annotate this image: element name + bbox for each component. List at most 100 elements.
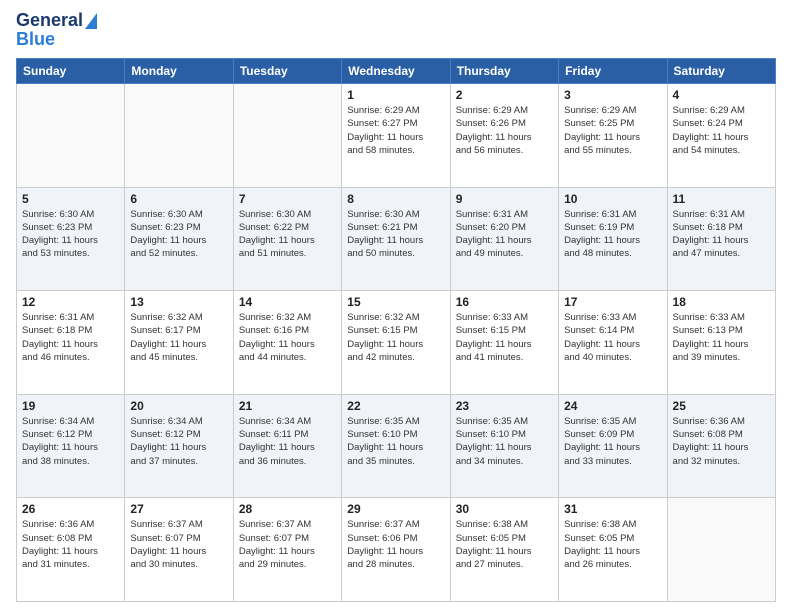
weekday-header-wednesday: Wednesday [342,59,450,84]
day-number: 3 [564,88,661,102]
day-info: Sunrise: 6:34 AM Sunset: 6:12 PM Dayligh… [130,415,227,468]
logo-triangle-icon [85,13,97,29]
day-info: Sunrise: 6:29 AM Sunset: 6:26 PM Dayligh… [456,104,553,157]
calendar-cell: 31Sunrise: 6:38 AM Sunset: 6:05 PM Dayli… [559,498,667,602]
calendar-cell: 9 Sunrise: 6:31 AM Sunset: 6:20 PM Daylig… [450,187,558,291]
calendar-cell: 23 Sunrise: 6:35 AM Sunset: 6:10 PM Dayli… [450,394,558,498]
day-info: Sunrise: 6:37 AM Sunset: 6:07 PM Dayligh… [239,518,336,571]
day-number: 14 [239,295,336,309]
day-info: Sunrise: 6:34 AM Sunset: 6:11 PM Dayligh… [239,415,336,468]
day-number: 9 [456,192,553,206]
day-info: Sunrise: 6:31 AM Sunset: 6:19 PM Dayligh… [564,208,661,261]
day-info: Sunrise: 6:32 AM Sunset: 6:16 PM Dayligh… [239,311,336,364]
weekday-header-saturday: Saturday [667,59,775,84]
day-number: 1 [347,88,444,102]
day-info: Sunrise: 6:32 AM Sunset: 6:15 PM Dayligh… [347,311,444,364]
day-number: 17 [564,295,661,309]
day-number: 15 [347,295,444,309]
day-number: 19 [22,399,119,413]
day-number: 8 [347,192,444,206]
calendar-cell: 20 Sunrise: 6:34 AM Sunset: 6:12 PM Dayli… [125,394,233,498]
day-info: Sunrise: 6:32 AM Sunset: 6:17 PM Dayligh… [130,311,227,364]
weekday-header-sunday: Sunday [17,59,125,84]
day-info: Sunrise: 6:35 AM Sunset: 6:10 PM Dayligh… [456,415,553,468]
day-number: 30 [456,502,553,516]
calendar-cell: 13 Sunrise: 6:32 AM Sunset: 6:17 PM Dayli… [125,291,233,395]
calendar-cell: 17 Sunrise: 6:33 AM Sunset: 6:14 PM Dayli… [559,291,667,395]
day-number: 4 [673,88,770,102]
calendar-cell: 5 Sunrise: 6:30 AM Sunset: 6:23 PM Daylig… [17,187,125,291]
weekday-header-tuesday: Tuesday [233,59,341,84]
day-number: 20 [130,399,227,413]
page: General Blue SundayMondayTuesdayWednesda… [0,0,792,612]
day-info: Sunrise: 6:38 AM Sunset: 6:05 PM Dayligh… [564,518,661,571]
calendar-cell: 7 Sunrise: 6:30 AM Sunset: 6:22 PM Daylig… [233,187,341,291]
day-number: 21 [239,399,336,413]
calendar-cell [233,84,341,188]
day-info: Sunrise: 6:31 AM Sunset: 6:20 PM Dayligh… [456,208,553,261]
calendar-cell: 6 Sunrise: 6:30 AM Sunset: 6:23 PM Daylig… [125,187,233,291]
weekday-header-thursday: Thursday [450,59,558,84]
calendar-cell [17,84,125,188]
day-info: Sunrise: 6:36 AM Sunset: 6:08 PM Dayligh… [673,415,770,468]
logo: General Blue [16,10,97,50]
day-info: Sunrise: 6:36 AM Sunset: 6:08 PM Dayligh… [22,518,119,571]
calendar-cell: 29 Sunrise: 6:37 AM Sunset: 6:06 PM Dayli… [342,498,450,602]
calendar-cell: 22Sunrise: 6:35 AM Sunset: 6:10 PM Dayli… [342,394,450,498]
day-info: Sunrise: 6:30 AM Sunset: 6:23 PM Dayligh… [130,208,227,261]
calendar-cell [667,498,775,602]
calendar-cell: 8Sunrise: 6:30 AM Sunset: 6:21 PM Daylig… [342,187,450,291]
day-number: 25 [673,399,770,413]
day-number: 27 [130,502,227,516]
day-info: Sunrise: 6:33 AM Sunset: 6:13 PM Dayligh… [673,311,770,364]
calendar-cell: 3 Sunrise: 6:29 AM Sunset: 6:25 PM Daylig… [559,84,667,188]
day-number: 24 [564,399,661,413]
day-number: 10 [564,192,661,206]
day-number: 11 [673,192,770,206]
day-info: Sunrise: 6:38 AM Sunset: 6:05 PM Dayligh… [456,518,553,571]
day-info: Sunrise: 6:34 AM Sunset: 6:12 PM Dayligh… [22,415,119,468]
header: General Blue [16,10,776,50]
day-info: Sunrise: 6:29 AM Sunset: 6:25 PM Dayligh… [564,104,661,157]
day-number: 26 [22,502,119,516]
day-number: 29 [347,502,444,516]
day-number: 18 [673,295,770,309]
calendar-cell: 14 Sunrise: 6:32 AM Sunset: 6:16 PM Dayli… [233,291,341,395]
day-number: 12 [22,295,119,309]
calendar-cell: 4 Sunrise: 6:29 AM Sunset: 6:24 PM Daylig… [667,84,775,188]
day-info: Sunrise: 6:37 AM Sunset: 6:07 PM Dayligh… [130,518,227,571]
day-info: Sunrise: 6:29 AM Sunset: 6:24 PM Dayligh… [673,104,770,157]
calendar-cell: 26 Sunrise: 6:36 AM Sunset: 6:08 PM Dayli… [17,498,125,602]
day-info: Sunrise: 6:35 AM Sunset: 6:09 PM Dayligh… [564,415,661,468]
calendar-cell: 21 Sunrise: 6:34 AM Sunset: 6:11 PM Dayli… [233,394,341,498]
weekday-header-friday: Friday [559,59,667,84]
calendar-cell: 15 Sunrise: 6:32 AM Sunset: 6:15 PM Dayli… [342,291,450,395]
calendar-cell: 16 Sunrise: 6:33 AM Sunset: 6:15 PM Dayli… [450,291,558,395]
day-info: Sunrise: 6:33 AM Sunset: 6:14 PM Dayligh… [564,311,661,364]
calendar-cell: 2Sunrise: 6:29 AM Sunset: 6:26 PM Daylig… [450,84,558,188]
calendar-cell: 10 Sunrise: 6:31 AM Sunset: 6:19 PM Dayli… [559,187,667,291]
day-number: 16 [456,295,553,309]
weekday-header-monday: Monday [125,59,233,84]
calendar-cell: 1Sunrise: 6:29 AM Sunset: 6:27 PM Daylig… [342,84,450,188]
calendar-cell [125,84,233,188]
day-number: 7 [239,192,336,206]
day-info: Sunrise: 6:30 AM Sunset: 6:23 PM Dayligh… [22,208,119,261]
day-number: 13 [130,295,227,309]
day-info: Sunrise: 6:35 AM Sunset: 6:10 PM Dayligh… [347,415,444,468]
day-info: Sunrise: 6:33 AM Sunset: 6:15 PM Dayligh… [456,311,553,364]
day-number: 28 [239,502,336,516]
calendar-cell: 28 Sunrise: 6:37 AM Sunset: 6:07 PM Dayli… [233,498,341,602]
day-number: 5 [22,192,119,206]
calendar-cell: 18 Sunrise: 6:33 AM Sunset: 6:13 PM Dayli… [667,291,775,395]
calendar-cell: 30 Sunrise: 6:38 AM Sunset: 6:05 PM Dayli… [450,498,558,602]
calendar-cell: 27 Sunrise: 6:37 AM Sunset: 6:07 PM Dayli… [125,498,233,602]
day-info: Sunrise: 6:37 AM Sunset: 6:06 PM Dayligh… [347,518,444,571]
day-info: Sunrise: 6:30 AM Sunset: 6:22 PM Dayligh… [239,208,336,261]
calendar-cell: 25 Sunrise: 6:36 AM Sunset: 6:08 PM Dayli… [667,394,775,498]
calendar-table: SundayMondayTuesdayWednesdayThursdayFrid… [16,58,776,602]
calendar-cell: 24 Sunrise: 6:35 AM Sunset: 6:09 PM Dayli… [559,394,667,498]
day-number: 23 [456,399,553,413]
calendar-cell: 19 Sunrise: 6:34 AM Sunset: 6:12 PM Dayli… [17,394,125,498]
day-number: 6 [130,192,227,206]
